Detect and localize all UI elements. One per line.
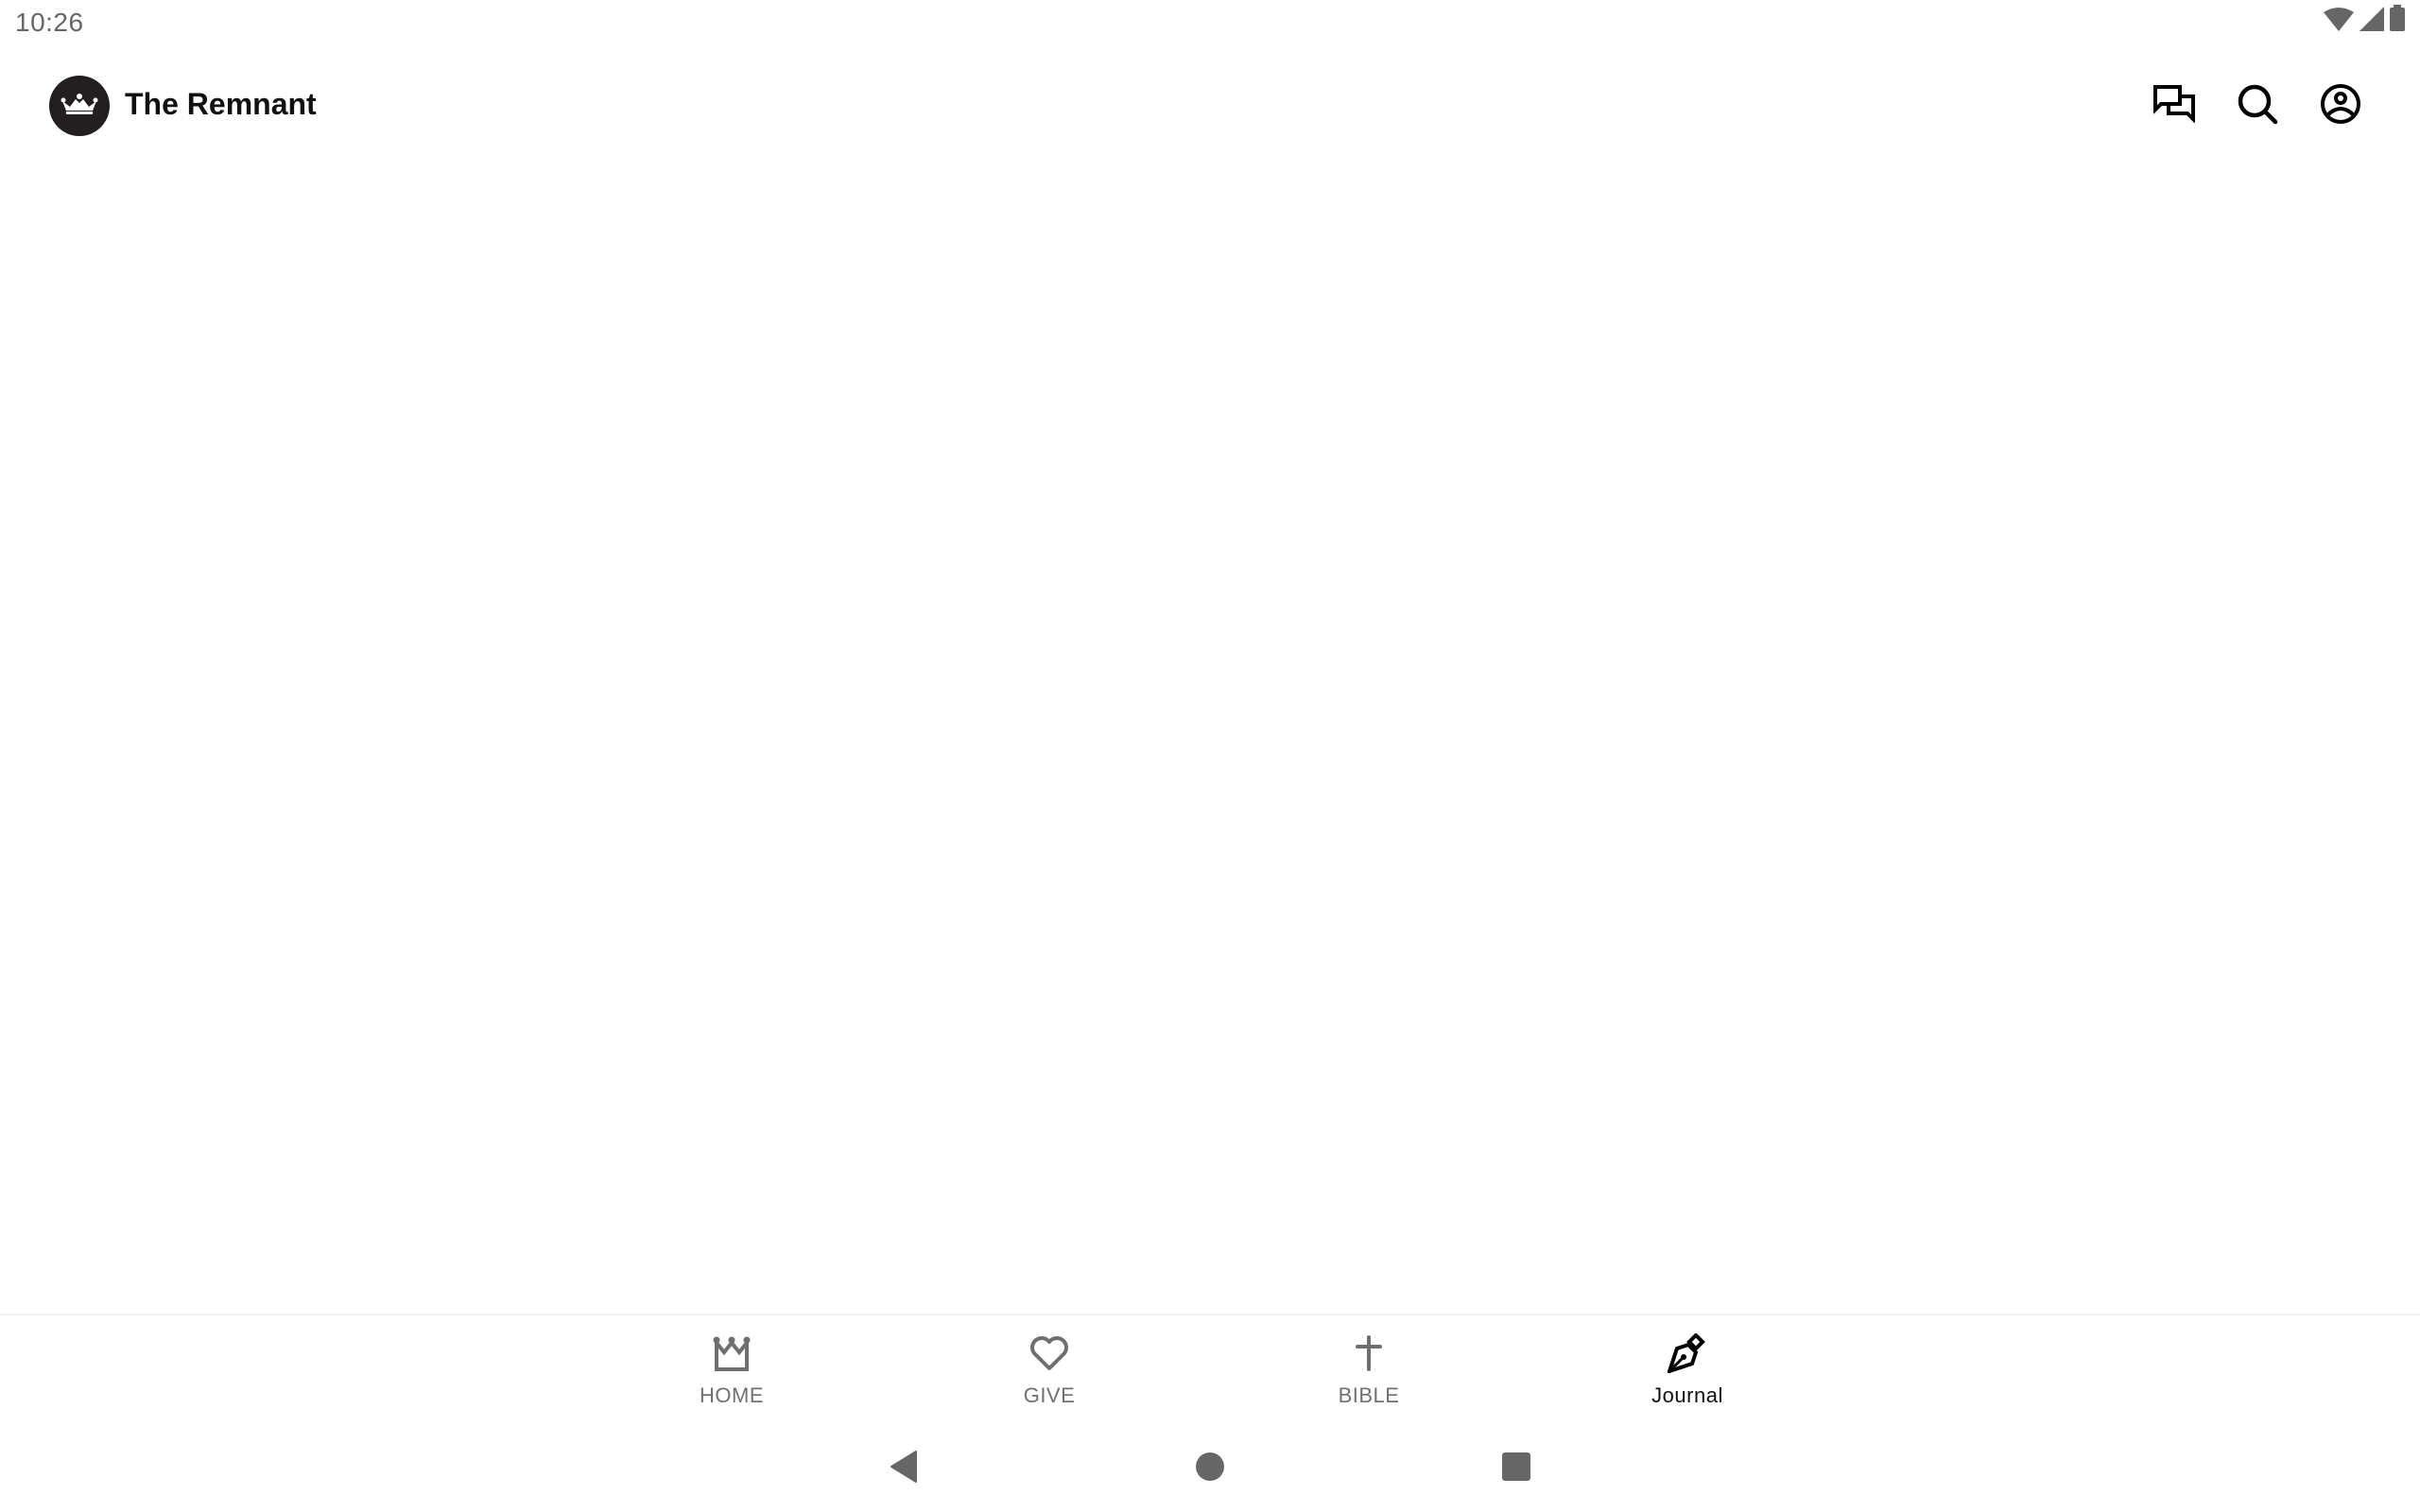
back-triangle-icon (890, 1450, 918, 1487)
nav-journal-label: Journal (1651, 1383, 1723, 1407)
search-button[interactable] (2231, 79, 2284, 132)
cross-icon (1348, 1334, 1390, 1372)
status-time: 10:26 (15, 8, 84, 37)
search-icon (2237, 83, 2278, 129)
nav-home-label: HOME (700, 1383, 764, 1407)
cellular-signal-icon (2360, 7, 2384, 36)
nav-give[interactable]: GIVE (955, 1334, 1144, 1408)
app-logo[interactable] (49, 76, 110, 136)
bottom-nav: HOME GIVE BIBLE Journal (0, 1314, 2420, 1421)
recents-square-icon (1502, 1452, 1530, 1486)
nav-home[interactable]: HOME (637, 1334, 826, 1408)
nav-journal[interactable]: Journal (1593, 1333, 1782, 1408)
system-back-button[interactable] (881, 1446, 926, 1491)
system-home-button[interactable] (1187, 1446, 1233, 1491)
app-title: The Remnant (125, 87, 317, 121)
heart-icon (1028, 1334, 1070, 1372)
app-bar: The Remnant (0, 45, 2420, 166)
system-nav-bar (0, 1425, 2420, 1512)
fountain-pen-icon (1667, 1333, 1708, 1373)
home-circle-icon (1195, 1452, 1225, 1486)
chat-icon (2153, 84, 2195, 128)
main-content (0, 166, 2420, 1314)
crown-icon (711, 1334, 752, 1372)
chat-button[interactable] (2148, 79, 2201, 132)
nav-bible-label: BIBLE (1338, 1383, 1400, 1407)
wifi-icon (2324, 7, 2354, 36)
account-circle-icon (2320, 83, 2361, 129)
system-recents-button[interactable] (1494, 1446, 1539, 1491)
nav-give-label: GIVE (1023, 1383, 1076, 1407)
nav-bible[interactable]: BIBLE (1274, 1334, 1463, 1408)
status-icons (2324, 5, 2405, 36)
account-button[interactable] (2314, 79, 2367, 132)
battery-icon (2390, 5, 2405, 36)
crown-icon (60, 93, 98, 119)
